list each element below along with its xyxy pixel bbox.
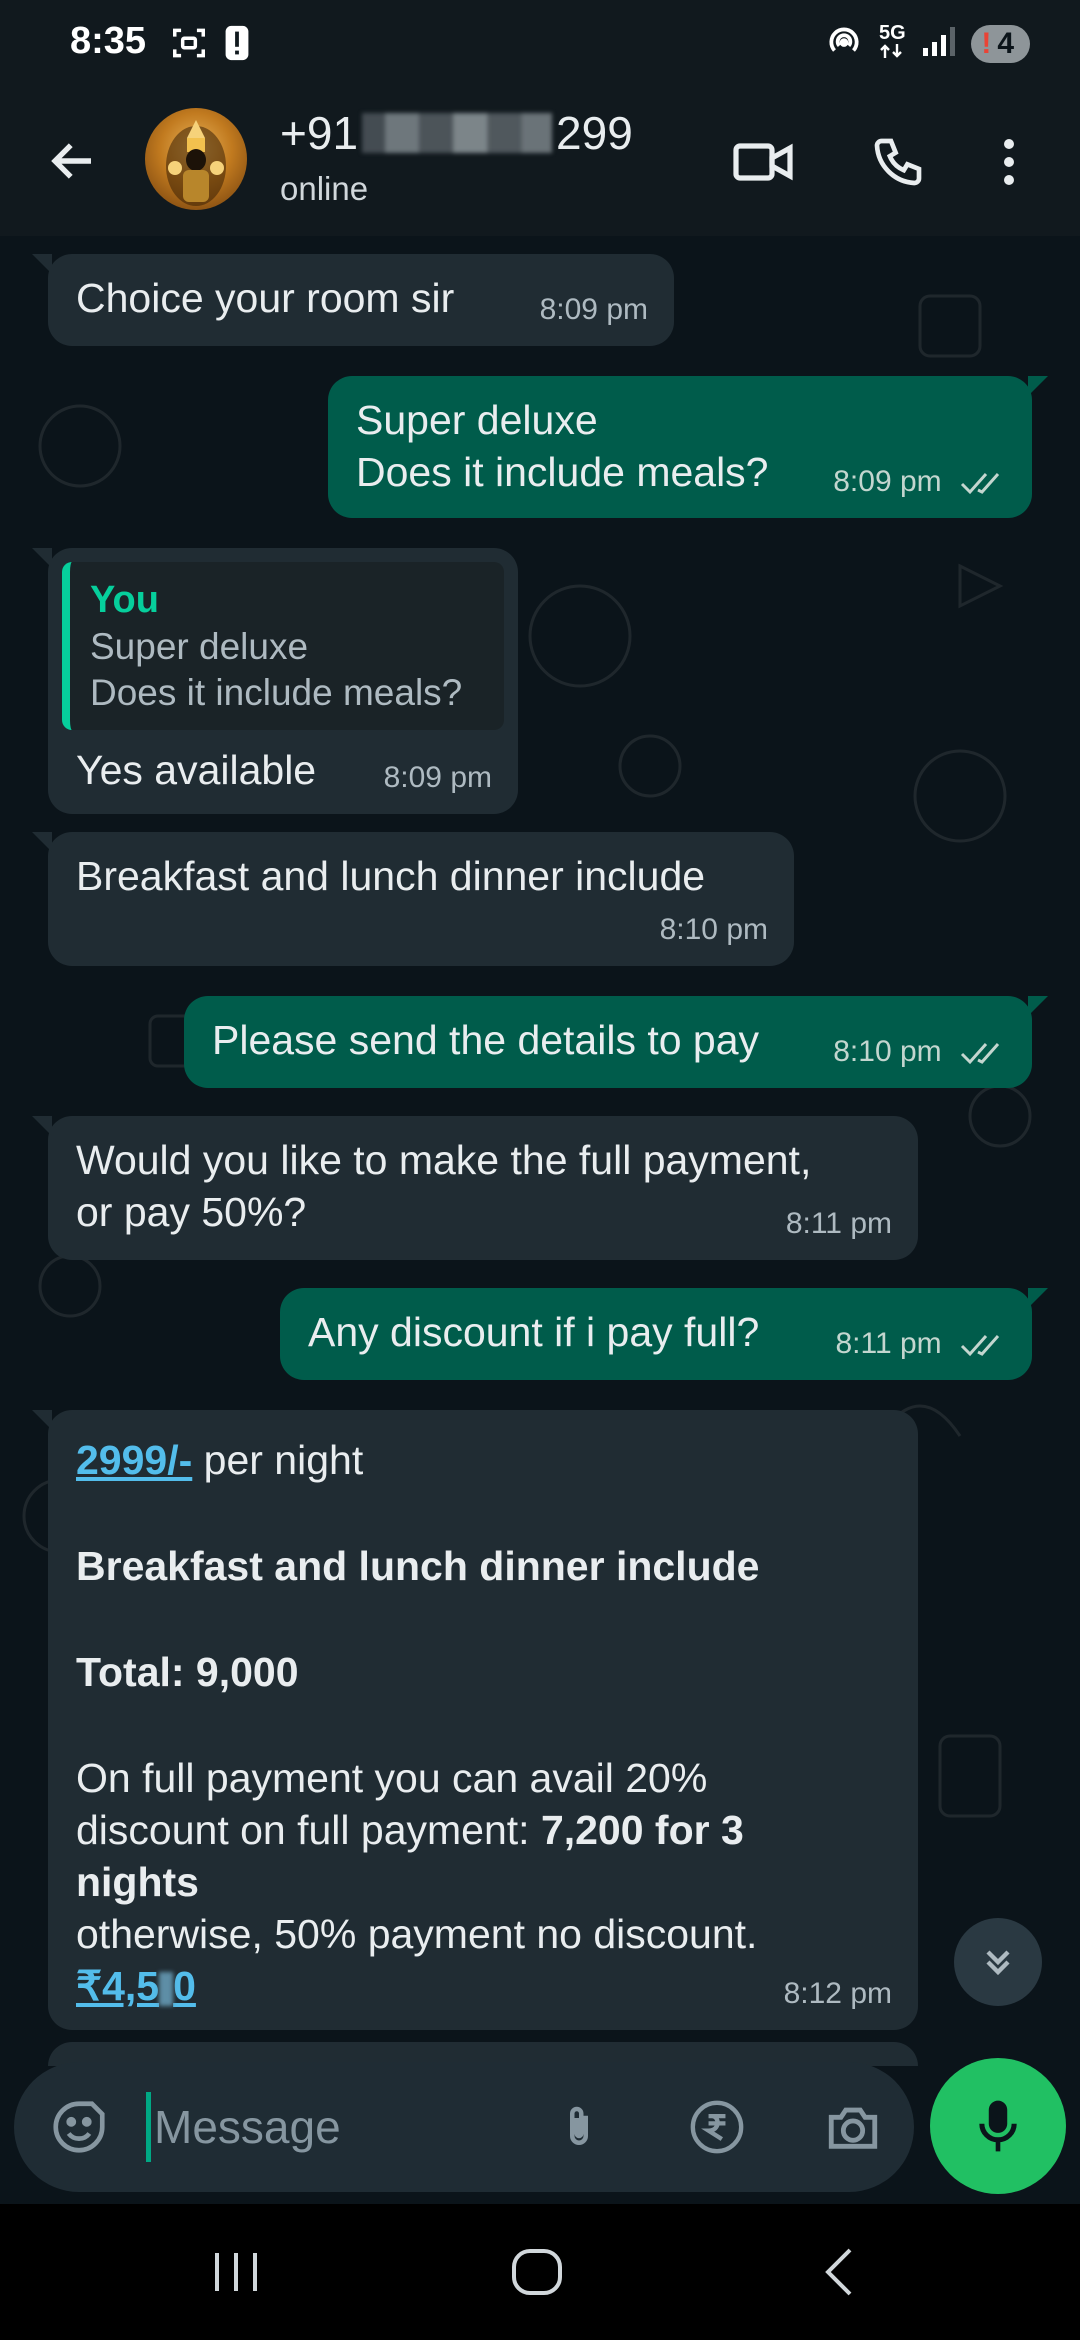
- system-back-button[interactable]: [790, 2242, 890, 2302]
- network-label: 5G: [878, 22, 906, 44]
- status-bar: 8:35 5G ! 4: [0, 0, 1080, 90]
- message-outgoing[interactable]: Super deluxe Does it include meals? 8:09…: [328, 376, 1048, 518]
- back-button[interactable]: [38, 126, 108, 196]
- price-link[interactable]: 2999/-: [76, 1437, 192, 1483]
- message-outgoing[interactable]: Please send the details to pay 8:10 pm: [184, 996, 1048, 1088]
- battery-indicator: ! 4: [971, 24, 1030, 63]
- video-call-button[interactable]: [728, 126, 800, 198]
- voice-call-button[interactable]: [862, 126, 934, 198]
- message-incoming-pricing[interactable]: 2999/- per night Breakfast and lunch din…: [32, 1410, 918, 2030]
- offer-line: nights: [76, 1859, 199, 1905]
- hotspot-icon: [825, 22, 863, 65]
- message-input[interactable]: Message: [154, 2100, 341, 2154]
- offer-text: discount on full payment:: [76, 1807, 541, 1853]
- message-incoming[interactable]: Would you like to make the full payment,…: [32, 1116, 918, 1260]
- message-time: 8:09 pm: [833, 465, 942, 498]
- home-button[interactable]: [487, 2242, 587, 2302]
- camera-button[interactable]: [820, 2094, 886, 2160]
- quote-line: Does it include meals?: [90, 672, 463, 713]
- status-time: 8:35: [70, 20, 147, 62]
- message-time: 8:12 pm: [783, 1977, 892, 2010]
- avatar[interactable]: [145, 108, 247, 210]
- contact-suffix: 299: [556, 107, 633, 159]
- redacted-digit: [159, 1972, 174, 2007]
- message-composer: Message: [14, 2062, 914, 2192]
- contact-prefix: +91: [280, 107, 359, 159]
- alert-icon: [224, 24, 250, 67]
- double-check-icon: [960, 1335, 1000, 1357]
- message-meta: 8:09 pm: [833, 456, 1006, 508]
- text-cursor: [146, 2092, 151, 2162]
- message-time: 8:11 pm: [835, 1327, 942, 1360]
- price-suffix: per night: [192, 1437, 364, 1483]
- network-5g-icon: 5G: [877, 22, 907, 63]
- offer-line: On full payment you can avail 20%: [76, 1755, 708, 1801]
- scroll-to-bottom-button[interactable]: [954, 1918, 1042, 2006]
- status-right-icons: 5G ! 4: [825, 22, 1030, 65]
- phone-icon: [874, 138, 922, 186]
- meals-line: Breakfast and lunch dinner include: [76, 1543, 760, 1589]
- system-navigation-bar: [0, 2204, 1080, 2340]
- amount-link[interactable]: ₹4,5 0: [76, 1963, 196, 2009]
- payment-button[interactable]: [684, 2094, 750, 2160]
- message-line: Would you like to make the full payment,: [76, 1137, 812, 1183]
- paperclip-icon: [570, 2106, 588, 2145]
- attach-button[interactable]: [546, 2094, 612, 2160]
- battery-alert-icon: !: [981, 26, 992, 60]
- voice-message-button[interactable]: [930, 2058, 1066, 2194]
- recent-apps-button[interactable]: [186, 2242, 286, 2302]
- offer-line: discount on full payment: 7,200 for 3: [76, 1804, 890, 1856]
- status-left-icons: [170, 24, 250, 67]
- message-incoming-reply[interactable]: You Super deluxe Does it include meals? …: [32, 548, 518, 814]
- contact-name[interactable]: +91 299: [280, 106, 633, 160]
- message-text: Please send the details to pay: [212, 1017, 760, 1063]
- battery-level: 4: [997, 26, 1014, 60]
- offer-line: otherwise, 50% payment no discount.: [76, 1911, 758, 1957]
- message-time: 8:10 pm: [659, 913, 768, 946]
- home-icon: [512, 2249, 562, 2295]
- sticker-icon: [53, 2101, 105, 2153]
- message-line: Super deluxe: [356, 397, 598, 443]
- message-text: Choice your room sir: [76, 275, 455, 321]
- amount-line: ₹4,5 0: [76, 1960, 890, 2012]
- message-line: or pay 50%?: [76, 1189, 307, 1235]
- message-incoming[interactable]: Choice your room sir 8:09 pm: [32, 254, 674, 346]
- price-line: 2999/- per night: [76, 1434, 890, 1486]
- message-time: 8:09 pm: [383, 761, 492, 794]
- video-camera-icon: [733, 143, 793, 181]
- message-text: Breakfast and lunch dinner include: [76, 853, 706, 899]
- kebab-menu-icon: [1004, 139, 1014, 185]
- microphone-icon: [979, 2100, 1017, 2152]
- recent-apps-icon: [215, 2253, 257, 2291]
- camera-icon: [828, 2107, 878, 2149]
- screenshot-icon: [170, 24, 208, 67]
- chat-area[interactable]: Choice your room sir 8:09 pm Super delux…: [0, 236, 1080, 2066]
- message-time: 8:11 pm: [785, 1207, 892, 1240]
- emoji-button[interactable]: [48, 2096, 110, 2163]
- total-line: Total: 9,000: [76, 1649, 299, 1695]
- message-time: 8:09 pm: [539, 293, 648, 326]
- double-check-icon: [960, 473, 1000, 495]
- quote-author: You: [90, 579, 159, 621]
- double-check-icon: [960, 1043, 1000, 1065]
- more-options-button[interactable]: [984, 126, 1034, 198]
- chat-header: +91 299 online: [0, 90, 1080, 236]
- message-text: Yes available: [76, 747, 317, 793]
- quote-line: Super deluxe: [90, 626, 309, 667]
- quoted-message[interactable]: You Super deluxe Does it include meals?: [62, 562, 504, 730]
- rupee-icon: [690, 2100, 744, 2154]
- offer-amount: 7,200 for 3: [540, 1807, 744, 1853]
- message-incoming[interactable]: Breakfast and lunch dinner include 8:10 …: [32, 832, 794, 966]
- contact-status: online: [280, 170, 369, 207]
- signal-icon: [921, 24, 957, 63]
- redacted-number: [362, 113, 553, 153]
- message-outgoing[interactable]: Any discount if i pay full? 8:11 pm: [280, 1288, 1048, 1380]
- message-text: Any discount if i pay full?: [308, 1309, 760, 1355]
- double-chevron-down-icon: [986, 1950, 1010, 1976]
- message-time: 8:10 pm: [833, 1035, 942, 1068]
- back-chevron-icon: [825, 2248, 852, 2296]
- message-meta: 8:11 pm: [835, 1318, 1006, 1370]
- message-meta: 8:10 pm: [833, 1026, 1006, 1078]
